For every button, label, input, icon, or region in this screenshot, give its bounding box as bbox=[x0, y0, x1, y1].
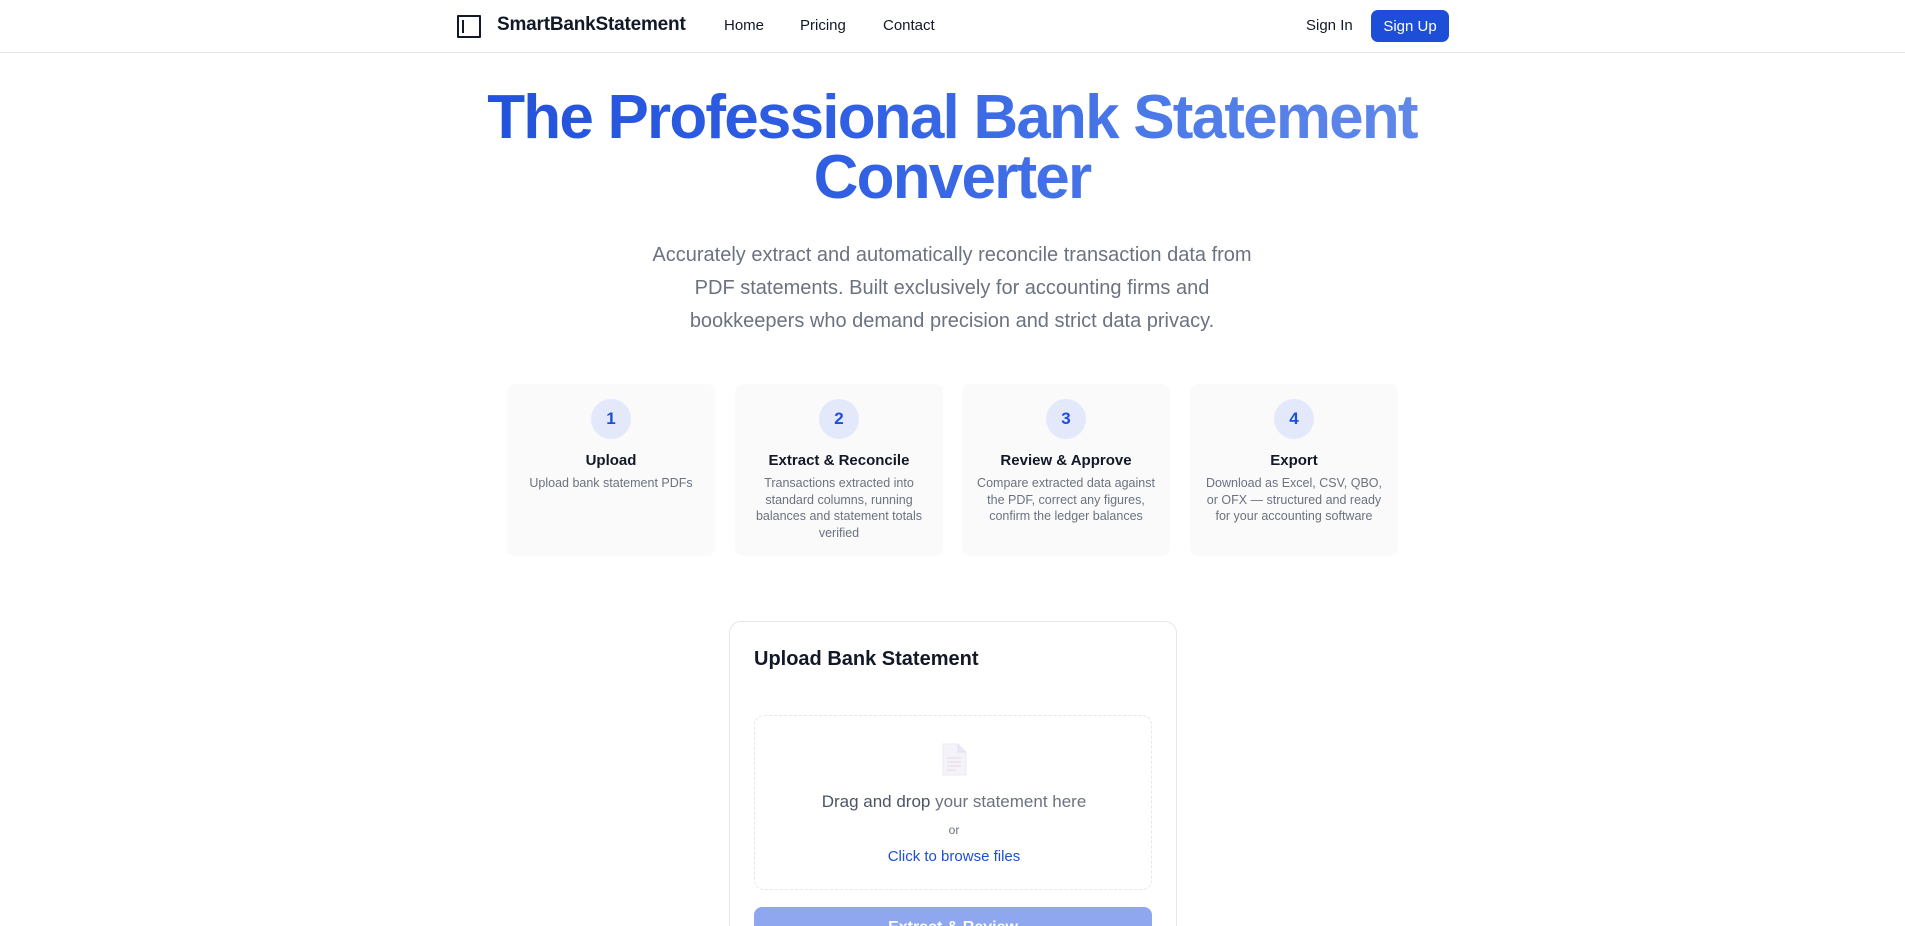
step-title: Extract & Reconcile bbox=[768, 452, 910, 469]
step-description: Download as Excel, CSV, QBO, or OFX — st… bbox=[1205, 476, 1382, 523]
step-title: Review & Approve bbox=[1000, 452, 1132, 469]
step-card-upload: 1 Upload Upload bank statement PDFs bbox=[507, 384, 715, 556]
step-number: 4 bbox=[1274, 399, 1314, 439]
document-icon bbox=[942, 743, 967, 776]
browse-files-link[interactable]: Click to browse files bbox=[755, 848, 1153, 865]
hero-title: The Professional Bank Statement Converte… bbox=[352, 88, 1552, 208]
or-separator: or bbox=[948, 823, 960, 837]
sign-in-link[interactable]: Sign In bbox=[1306, 17, 1353, 34]
nav-home[interactable]: Home bbox=[724, 17, 764, 34]
drop-text-rest: your statement here bbox=[930, 792, 1087, 811]
step-number: 1 bbox=[591, 399, 631, 439]
hero-subtitle-line2: PDF statements. Built exclusively for ac… bbox=[694, 277, 1210, 299]
hero-title-line2: Converter bbox=[813, 143, 1091, 212]
step-card-extract: 2 Extract & Reconcile Transactions extra… bbox=[735, 384, 943, 556]
upload-card: Upload Bank Statement Drag and drop your… bbox=[729, 621, 1177, 926]
hero-title-line1: The Professional Bank Statement bbox=[487, 83, 1417, 152]
sign-up-button[interactable]: Sign Up bbox=[1371, 10, 1449, 42]
file-dropzone[interactable]: Drag and drop your statement here or Cli… bbox=[754, 715, 1152, 890]
site-header: SmartBankStatement Home Pricing Contact … bbox=[0, 0, 1905, 53]
step-card-export: 4 Export Download as Excel, CSV, QBO, or… bbox=[1190, 384, 1398, 556]
extract-review-button[interactable]: Extract & Review bbox=[754, 907, 1152, 926]
step-title: Upload bbox=[585, 452, 637, 469]
hero-subtitle-line3: bookkeepers who demand precision and str… bbox=[689, 310, 1215, 332]
step-description: Compare extracted data against the PDF, … bbox=[977, 476, 1155, 523]
hero-subtitle-line1: Accurately extract and automatically rec… bbox=[652, 244, 1252, 266]
drop-instructions: Drag and drop your statement here bbox=[755, 792, 1153, 812]
upload-title: Upload Bank Statement bbox=[754, 648, 979, 670]
drop-text-strong: Drag and drop bbox=[821, 792, 931, 811]
brand-name[interactable]: SmartBankStatement bbox=[497, 14, 686, 36]
nav-pricing[interactable]: Pricing bbox=[800, 17, 846, 34]
hero-subtitle: Accurately extract and automatically rec… bbox=[602, 239, 1302, 338]
step-number: 3 bbox=[1046, 399, 1086, 439]
nav-contact[interactable]: Contact bbox=[883, 17, 935, 34]
step-card-review: 3 Review & Approve Compare extracted dat… bbox=[962, 384, 1170, 556]
step-title: Export bbox=[1270, 452, 1318, 469]
step-description: Upload bank statement PDFs bbox=[529, 476, 693, 490]
step-number: 2 bbox=[819, 399, 859, 439]
step-description: Transactions extracted into standard col… bbox=[755, 476, 923, 540]
logo-icon[interactable] bbox=[457, 15, 481, 38]
